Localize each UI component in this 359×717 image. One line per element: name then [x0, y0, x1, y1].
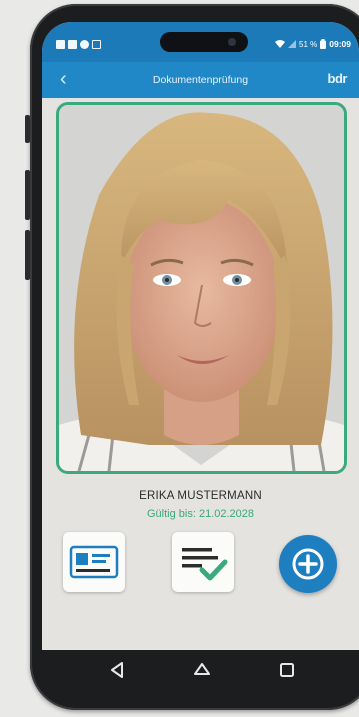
phone-side-button — [25, 170, 30, 220]
validity-date: Gültig bis: 21.02.2028 — [146, 508, 255, 520]
image-icon — [56, 40, 65, 49]
sim-icon — [92, 40, 101, 49]
system-nav-bar — [42, 650, 359, 690]
recents-square-icon[interactable] — [277, 660, 297, 680]
circle-icon — [80, 40, 89, 49]
holder-name: ERIKA MUSTERMANN — [139, 490, 262, 502]
add-document-button[interactable] — [279, 535, 337, 593]
portrait-image — [59, 105, 344, 471]
front-camera-icon — [228, 38, 236, 46]
id-card-button[interactable] — [63, 532, 125, 592]
back-triangle-icon[interactable] — [108, 660, 128, 680]
document-check-icon — [182, 548, 228, 581]
phone-side-button — [25, 230, 30, 280]
home-circle-icon[interactable] — [192, 660, 212, 680]
video-icon — [68, 40, 77, 49]
document-check-button[interactable] — [172, 532, 234, 592]
clock: 09:09 — [329, 39, 351, 49]
phone-side-button — [25, 115, 30, 143]
battery-percent: 51 % — [299, 39, 318, 49]
add-circle-icon — [292, 548, 324, 580]
battery-icon — [320, 39, 327, 49]
page-title: Dokumentenprüfung — [152, 74, 249, 86]
app-bar: ‹ Dokumentenprüfung bdr — [42, 62, 359, 98]
passport-photo — [56, 102, 347, 474]
app-screen: 51 % 09:09 ‹ Dokumentenprüfung bdr ERIKA… — [42, 22, 359, 650]
wifi-icon — [275, 40, 286, 48]
signal-icon — [288, 40, 297, 48]
camera-notch — [160, 32, 248, 52]
status-right: 51 % 09:09 — [275, 39, 351, 49]
id-card-icon — [69, 545, 119, 579]
brand-logo: bdr — [327, 71, 348, 86]
status-bar: 51 % 09:09 — [42, 22, 359, 62]
notification-icons — [56, 40, 101, 49]
